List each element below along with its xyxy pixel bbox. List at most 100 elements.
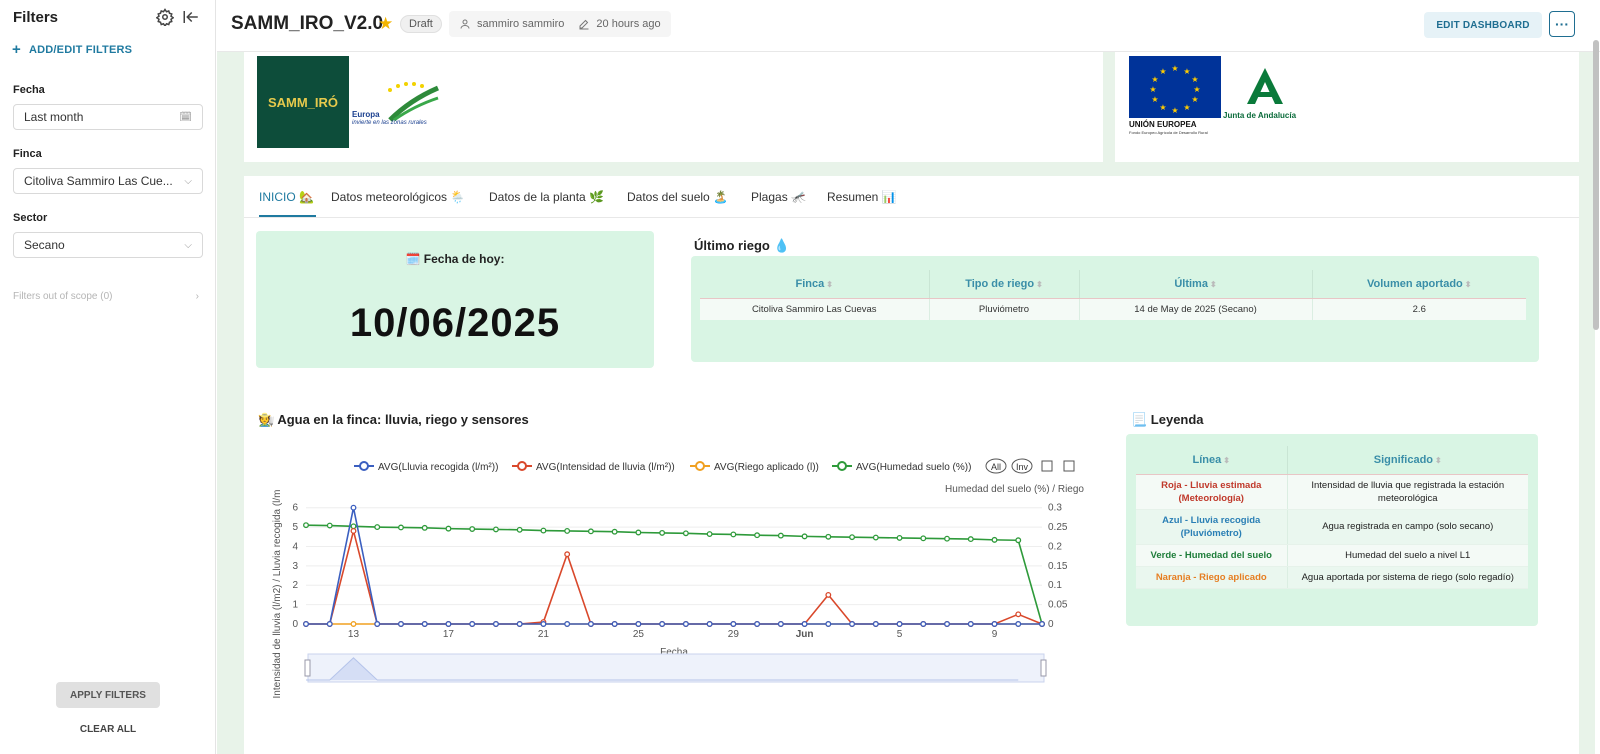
add-edit-filters-button[interactable]: + ADD/EDIT FILTERS bbox=[12, 41, 132, 58]
data-point bbox=[872, 534, 879, 541]
data-point bbox=[374, 524, 381, 531]
data-point bbox=[350, 621, 357, 627]
svg-text:★: ★ bbox=[1191, 95, 1198, 104]
legend-swatch-marker bbox=[695, 461, 705, 471]
data-point bbox=[682, 621, 689, 627]
column-header-linea[interactable]: Línea ⬍ bbox=[1136, 446, 1288, 475]
y2-tick-label: 0.2 bbox=[1048, 541, 1062, 552]
filter-label-sector: Sector bbox=[13, 212, 48, 224]
data-point bbox=[991, 536, 998, 543]
data-point bbox=[1015, 537, 1022, 544]
edit-dashboard-button[interactable]: EDIT DASHBOARD bbox=[1424, 12, 1542, 38]
data-point bbox=[801, 621, 808, 627]
data-point bbox=[967, 536, 974, 543]
column-header-label: Tipo de riego bbox=[965, 277, 1035, 290]
data-point bbox=[682, 530, 689, 537]
legend-toggle-button[interactable]: Inv bbox=[1011, 458, 1033, 474]
y2-tick-label: 0.15 bbox=[1048, 561, 1068, 572]
data-point bbox=[1015, 611, 1022, 618]
column-header-label: Volumen aportado bbox=[1367, 277, 1463, 290]
data-point bbox=[564, 528, 571, 534]
svg-text:★: ★ bbox=[1191, 75, 1198, 84]
filter-label-fecha: Fecha bbox=[13, 84, 45, 96]
finca-select[interactable]: Citoliva Sammiro Las Cue... ⌵ bbox=[13, 168, 203, 194]
svg-text:★: ★ bbox=[1183, 103, 1190, 112]
sidebar-title: Filters bbox=[13, 9, 59, 26]
gear-icon[interactable] bbox=[156, 8, 174, 26]
svg-text:★: ★ bbox=[1171, 64, 1178, 73]
zoom-slider-handle-right[interactable] bbox=[1040, 659, 1047, 677]
svg-text:★: ★ bbox=[1159, 103, 1166, 112]
apply-filters-button[interactable]: APPLY FILTERS bbox=[56, 682, 160, 708]
y2-tick-label: 0.25 bbox=[1048, 522, 1068, 533]
data-point bbox=[374, 621, 381, 627]
tab-datos-meteorologicos[interactable]: Datos meteorológicos 🌦️ bbox=[331, 190, 465, 204]
y-tick-label: 6 bbox=[292, 503, 298, 514]
y-tick-label: 3 bbox=[292, 561, 298, 572]
column-header-tipo[interactable]: Tipo de riego ⬍ bbox=[929, 270, 1080, 299]
clear-all-button[interactable]: CLEAR ALL bbox=[56, 724, 160, 735]
tab-resumen[interactable]: Resumen 📊 bbox=[827, 190, 897, 204]
column-header-finca[interactable]: Finca ⬍ bbox=[700, 270, 930, 299]
legend-toggle-label: All bbox=[991, 462, 1001, 472]
zoom-select-icon[interactable] bbox=[1041, 460, 1053, 472]
data-point bbox=[920, 621, 927, 627]
y-tick-label: 2 bbox=[292, 580, 298, 591]
leyenda-table: Línea ⬍ Significado ⬍ Roja - Lluvia estima… bbox=[1136, 446, 1528, 589]
data-point bbox=[540, 621, 547, 627]
data-point bbox=[326, 522, 333, 529]
page-scrollbar[interactable] bbox=[1593, 40, 1599, 330]
data-point bbox=[611, 621, 618, 627]
data-point bbox=[303, 522, 309, 529]
data-point bbox=[659, 529, 666, 536]
table-cell: 14 de May de 2025 (Secano) bbox=[1079, 298, 1313, 320]
zoom-back-icon[interactable] bbox=[1063, 460, 1075, 472]
svg-text:★: ★ bbox=[1183, 67, 1190, 76]
leyenda-card: Línea ⬍ Significado ⬍ Roja - Lluvia estima… bbox=[1126, 434, 1538, 626]
data-point bbox=[944, 535, 950, 542]
x-tick-label: 25 bbox=[633, 629, 645, 640]
more-options-button[interactable]: ··· bbox=[1549, 11, 1575, 37]
data-point bbox=[492, 526, 499, 533]
data-point bbox=[469, 526, 476, 532]
column-header-significado[interactable]: Significado ⬍ bbox=[1287, 446, 1528, 475]
data-point bbox=[350, 528, 357, 534]
data-point bbox=[825, 621, 832, 627]
tab-inicio[interactable]: INICIO 🏡 bbox=[259, 190, 314, 204]
data-point bbox=[564, 551, 571, 558]
x-tick-label: 21 bbox=[538, 629, 550, 640]
data-point bbox=[706, 531, 713, 538]
tabbed-content: INICIO 🏡 Datos meteorológicos 🌦️ Datos d… bbox=[244, 176, 1579, 754]
column-header-ultima[interactable]: Última ⬍ bbox=[1079, 270, 1313, 299]
logo-card-left: SAMM_IRÓ Europa invierte en las zonas ru… bbox=[244, 52, 1103, 162]
collapse-sidebar-icon[interactable] bbox=[182, 8, 200, 26]
data-point bbox=[421, 621, 428, 627]
active-tab-indicator bbox=[259, 215, 316, 217]
data-point bbox=[659, 621, 666, 627]
filters-out-of-scope[interactable]: Filters out of scope (0) › bbox=[13, 291, 199, 302]
data-point bbox=[849, 534, 856, 541]
table-cell: Citoliva Sammiro Las Cuevas bbox=[700, 298, 930, 320]
data-point bbox=[303, 621, 309, 627]
fecha-select[interactable]: Last month 🗓︎ bbox=[13, 104, 203, 130]
leyenda-title: 📃 Leyenda bbox=[1131, 412, 1204, 427]
data-point bbox=[777, 532, 784, 539]
legend-label: AVG(Lluvia recogida (l/m²)) bbox=[378, 462, 498, 473]
favorite-star-icon[interactable]: ★ bbox=[378, 14, 393, 34]
tab-datos-planta[interactable]: Datos de la planta 🌿 bbox=[489, 190, 604, 204]
column-header-volumen[interactable]: Volumen aportado ⬍ bbox=[1312, 270, 1526, 299]
tab-datos-suelo[interactable]: Datos del suelo 🏝️ bbox=[627, 190, 728, 204]
table-cell: Pluviómetro bbox=[929, 298, 1080, 320]
y-tick-label: 0 bbox=[292, 619, 298, 630]
tab-plagas[interactable]: Plagas 🦟 bbox=[751, 190, 806, 204]
data-point bbox=[492, 621, 499, 627]
filters-sidebar: Filters + ADD/EDIT FILTERS Fecha Last mon… bbox=[0, 0, 216, 754]
y2-tick-label: 0.3 bbox=[1048, 503, 1062, 514]
sector-select[interactable]: Secano ⌵ bbox=[13, 232, 203, 258]
ultimo-riego-table: Finca ⬍ Tipo de riego ⬍ Última ⬍ Volumen ap… bbox=[700, 270, 1526, 320]
legend-toggle-button[interactable]: All bbox=[985, 458, 1007, 474]
data-point bbox=[849, 621, 856, 627]
eu-subtext: Fondo Europeo Agrícola de Desarrollo Rur… bbox=[1129, 130, 1208, 135]
svg-text:★: ★ bbox=[1171, 106, 1178, 115]
zoom-slider-handle-left[interactable] bbox=[304, 659, 311, 677]
